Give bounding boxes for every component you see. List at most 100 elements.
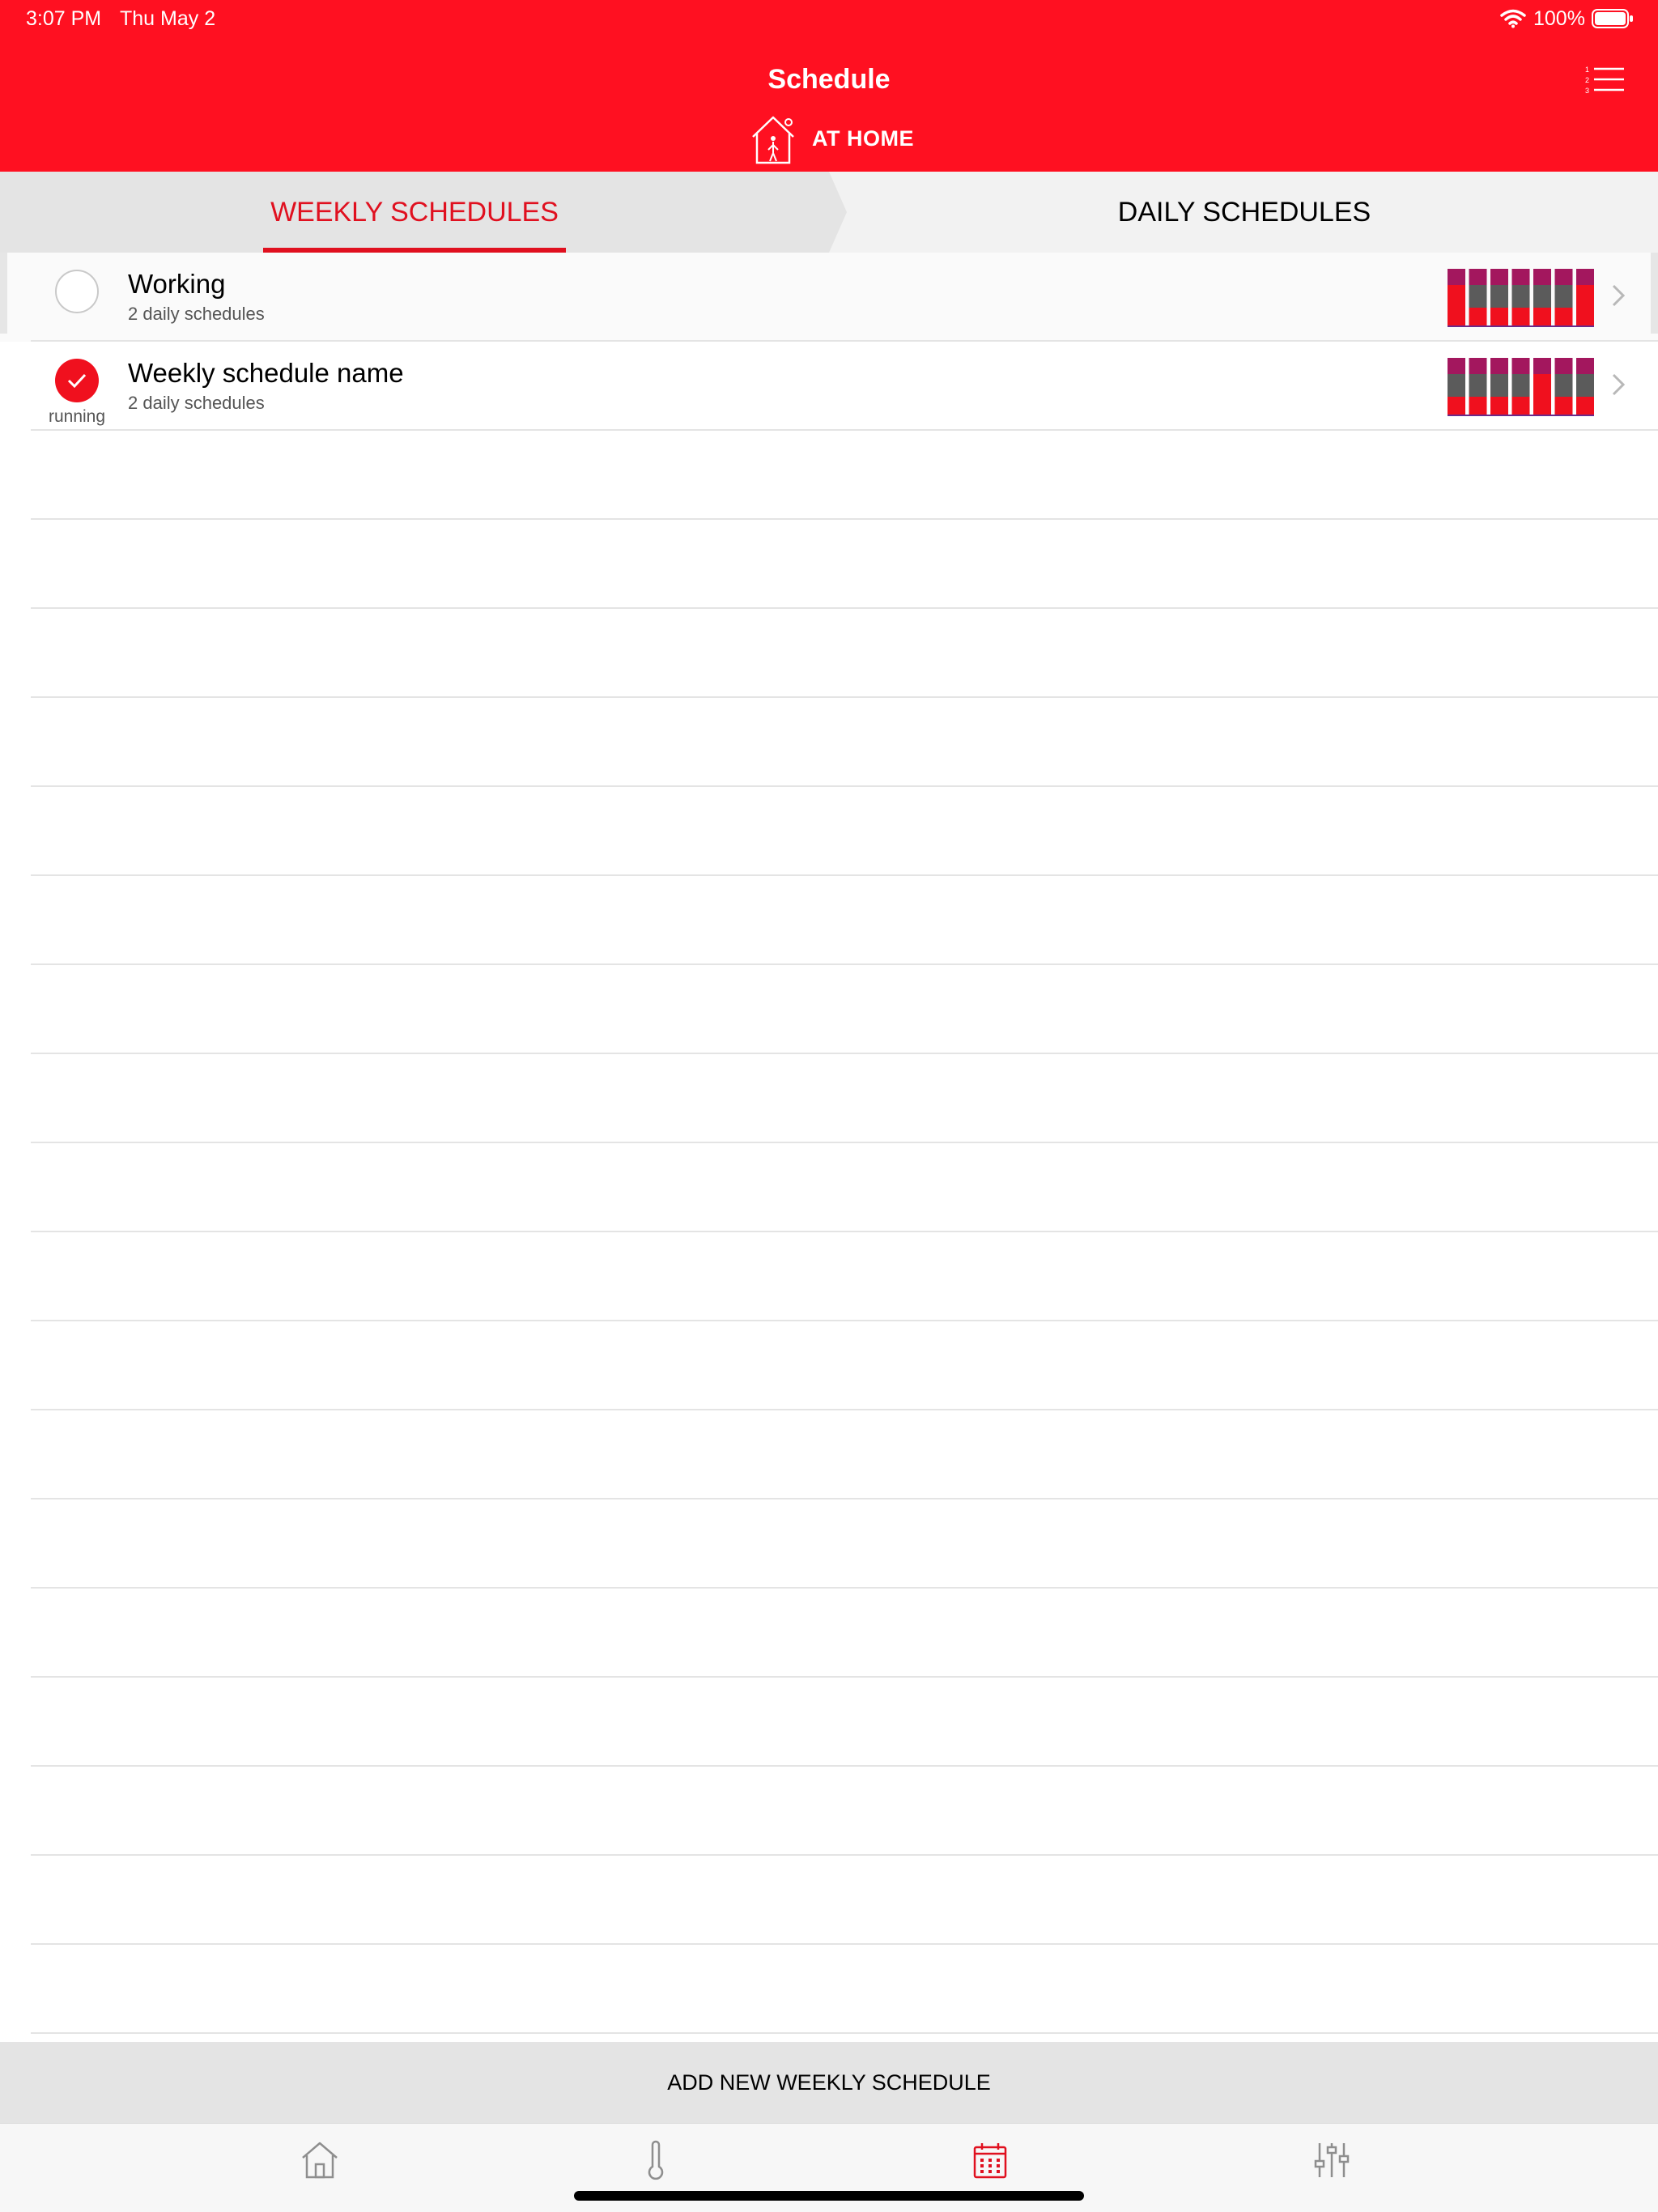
status-date: Thu May 2	[120, 7, 216, 30]
house-person-icon	[752, 116, 794, 164]
schedule-subtitle: 2 daily schedules	[128, 393, 265, 413]
mode-label: AT HOME	[812, 125, 914, 151]
preview-day-segment	[1576, 397, 1594, 416]
empty-list-row	[0, 1410, 1658, 1499]
preview-day-segment	[1533, 374, 1551, 416]
preview-day-segment	[1469, 285, 1487, 308]
preview-day-segment	[1490, 397, 1508, 416]
empty-list-row	[0, 1321, 1658, 1410]
preview-baseline	[1448, 325, 1594, 327]
preview-day-segment	[1533, 285, 1551, 308]
empty-list-row	[0, 1232, 1658, 1321]
row-separator	[31, 2032, 1658, 2034]
empty-list-row	[0, 1945, 1658, 2034]
chevron-right-icon[interactable]	[1611, 372, 1626, 397]
row-edge-right	[1651, 253, 1658, 334]
preview-day-segment	[1576, 269, 1594, 285]
running-status-label: running	[48, 407, 106, 426]
home-icon[interactable]	[300, 2140, 340, 2180]
preview-day-segment	[1576, 374, 1594, 397]
schedule-name: Working	[128, 269, 226, 299]
preview-day-segment	[1490, 308, 1508, 327]
empty-list-row	[0, 520, 1658, 609]
checkmark-icon	[67, 373, 87, 389]
preview-day-segment	[1490, 374, 1508, 397]
sliders-icon[interactable]	[1312, 2140, 1352, 2180]
app-header: 3:07 PM Thu May 2 100% Schedule 1 2 3 AT…	[0, 0, 1658, 172]
preview-day-segment	[1576, 285, 1594, 327]
empty-list-row	[0, 876, 1658, 965]
preview-day-segment	[1469, 308, 1487, 327]
weekly-schedule-list: Working 2 daily schedules running Weekly…	[0, 253, 1658, 2034]
preview-day-segment	[1469, 397, 1487, 416]
preview-day-segment	[1576, 358, 1594, 374]
preview-day-segment	[1448, 374, 1465, 397]
preview-day-segment	[1490, 269, 1508, 285]
preview-day-segment	[1533, 269, 1551, 285]
chevron-right-icon[interactable]	[1611, 283, 1626, 308]
status-time: 3:07 PM	[26, 7, 102, 30]
preview-day-segment	[1511, 308, 1530, 327]
preview-baseline	[1448, 415, 1594, 416]
empty-list-row	[0, 698, 1658, 787]
preview-day-segment	[1511, 374, 1530, 397]
weekly-preview-chart	[1448, 269, 1594, 327]
empty-list-row	[0, 1856, 1658, 1945]
empty-list-row	[0, 1678, 1658, 1767]
preview-day-segment	[1469, 269, 1487, 285]
preview-day-segment	[1448, 285, 1465, 327]
battery-icon	[1592, 9, 1633, 28]
wifi-icon	[1500, 9, 1526, 28]
preview-day-segment	[1511, 269, 1530, 285]
preview-day-segment	[1554, 397, 1573, 416]
preview-day-segment	[1511, 358, 1530, 374]
preview-day-segment	[1533, 358, 1551, 374]
preview-day-segment	[1448, 269, 1465, 285]
schedule-subtitle: 2 daily schedules	[128, 304, 265, 324]
row-edge-left	[0, 253, 7, 334]
schedule-select-radio[interactable]	[55, 270, 99, 313]
preview-day-segment	[1554, 269, 1573, 285]
preview-day-segment	[1490, 358, 1508, 374]
preview-day-segment	[1554, 374, 1573, 397]
mode-indicator[interactable]: AT HOME	[749, 113, 914, 164]
empty-list-row	[0, 1767, 1658, 1856]
schedule-tabs: WEEKLY SCHEDULES DAILY SCHEDULES	[0, 172, 1658, 253]
empty-list-row	[0, 965, 1658, 1054]
preview-day-segment	[1554, 308, 1573, 327]
empty-list-row	[0, 609, 1658, 698]
preview-day-segment	[1533, 308, 1551, 327]
empty-rows	[0, 431, 1658, 2034]
preview-day-segment	[1448, 358, 1465, 374]
preview-day-segment	[1490, 285, 1508, 308]
thermometer-icon[interactable]	[636, 2140, 676, 2180]
page-title: Schedule	[767, 64, 891, 95]
calendar-icon[interactable]	[970, 2140, 1010, 2180]
svg-text:3: 3	[1585, 87, 1589, 95]
preview-day-segment	[1469, 374, 1487, 397]
preview-day-segment	[1511, 397, 1530, 416]
home-indicator	[574, 2191, 1084, 2201]
preview-day-segment	[1511, 285, 1530, 308]
empty-list-row	[0, 431, 1658, 520]
svg-text:1: 1	[1585, 66, 1589, 74]
schedule-select-radio[interactable]	[55, 359, 99, 402]
empty-list-row	[0, 1054, 1658, 1143]
preview-day-segment	[1469, 358, 1487, 374]
add-weekly-schedule-button[interactable]: ADD NEW WEEKLY SCHEDULE	[0, 2042, 1658, 2123]
tab-daily-schedules[interactable]: DAILY SCHEDULES	[831, 172, 1658, 253]
schedule-name: Weekly schedule name	[128, 358, 404, 388]
tab-weekly-schedules[interactable]: WEEKLY SCHEDULES	[0, 172, 829, 253]
empty-list-row	[0, 1589, 1658, 1678]
schedule-row-working[interactable]: Working 2 daily schedules	[0, 253, 1658, 342]
numbered-list-icon[interactable]: 1 2 3	[1585, 63, 1626, 96]
empty-list-row	[0, 1143, 1658, 1232]
preview-day-segment	[1448, 397, 1465, 416]
weekly-preview-chart	[1448, 358, 1594, 416]
preview-day-segment	[1554, 285, 1573, 308]
battery-percentage: 100%	[1533, 7, 1585, 30]
schedule-row-weekly-schedule-name[interactable]: running Weekly schedule name 2 daily sch…	[0, 342, 1658, 431]
preview-day-segment	[1554, 358, 1573, 374]
empty-list-row	[0, 1499, 1658, 1589]
svg-text:2: 2	[1585, 76, 1589, 84]
